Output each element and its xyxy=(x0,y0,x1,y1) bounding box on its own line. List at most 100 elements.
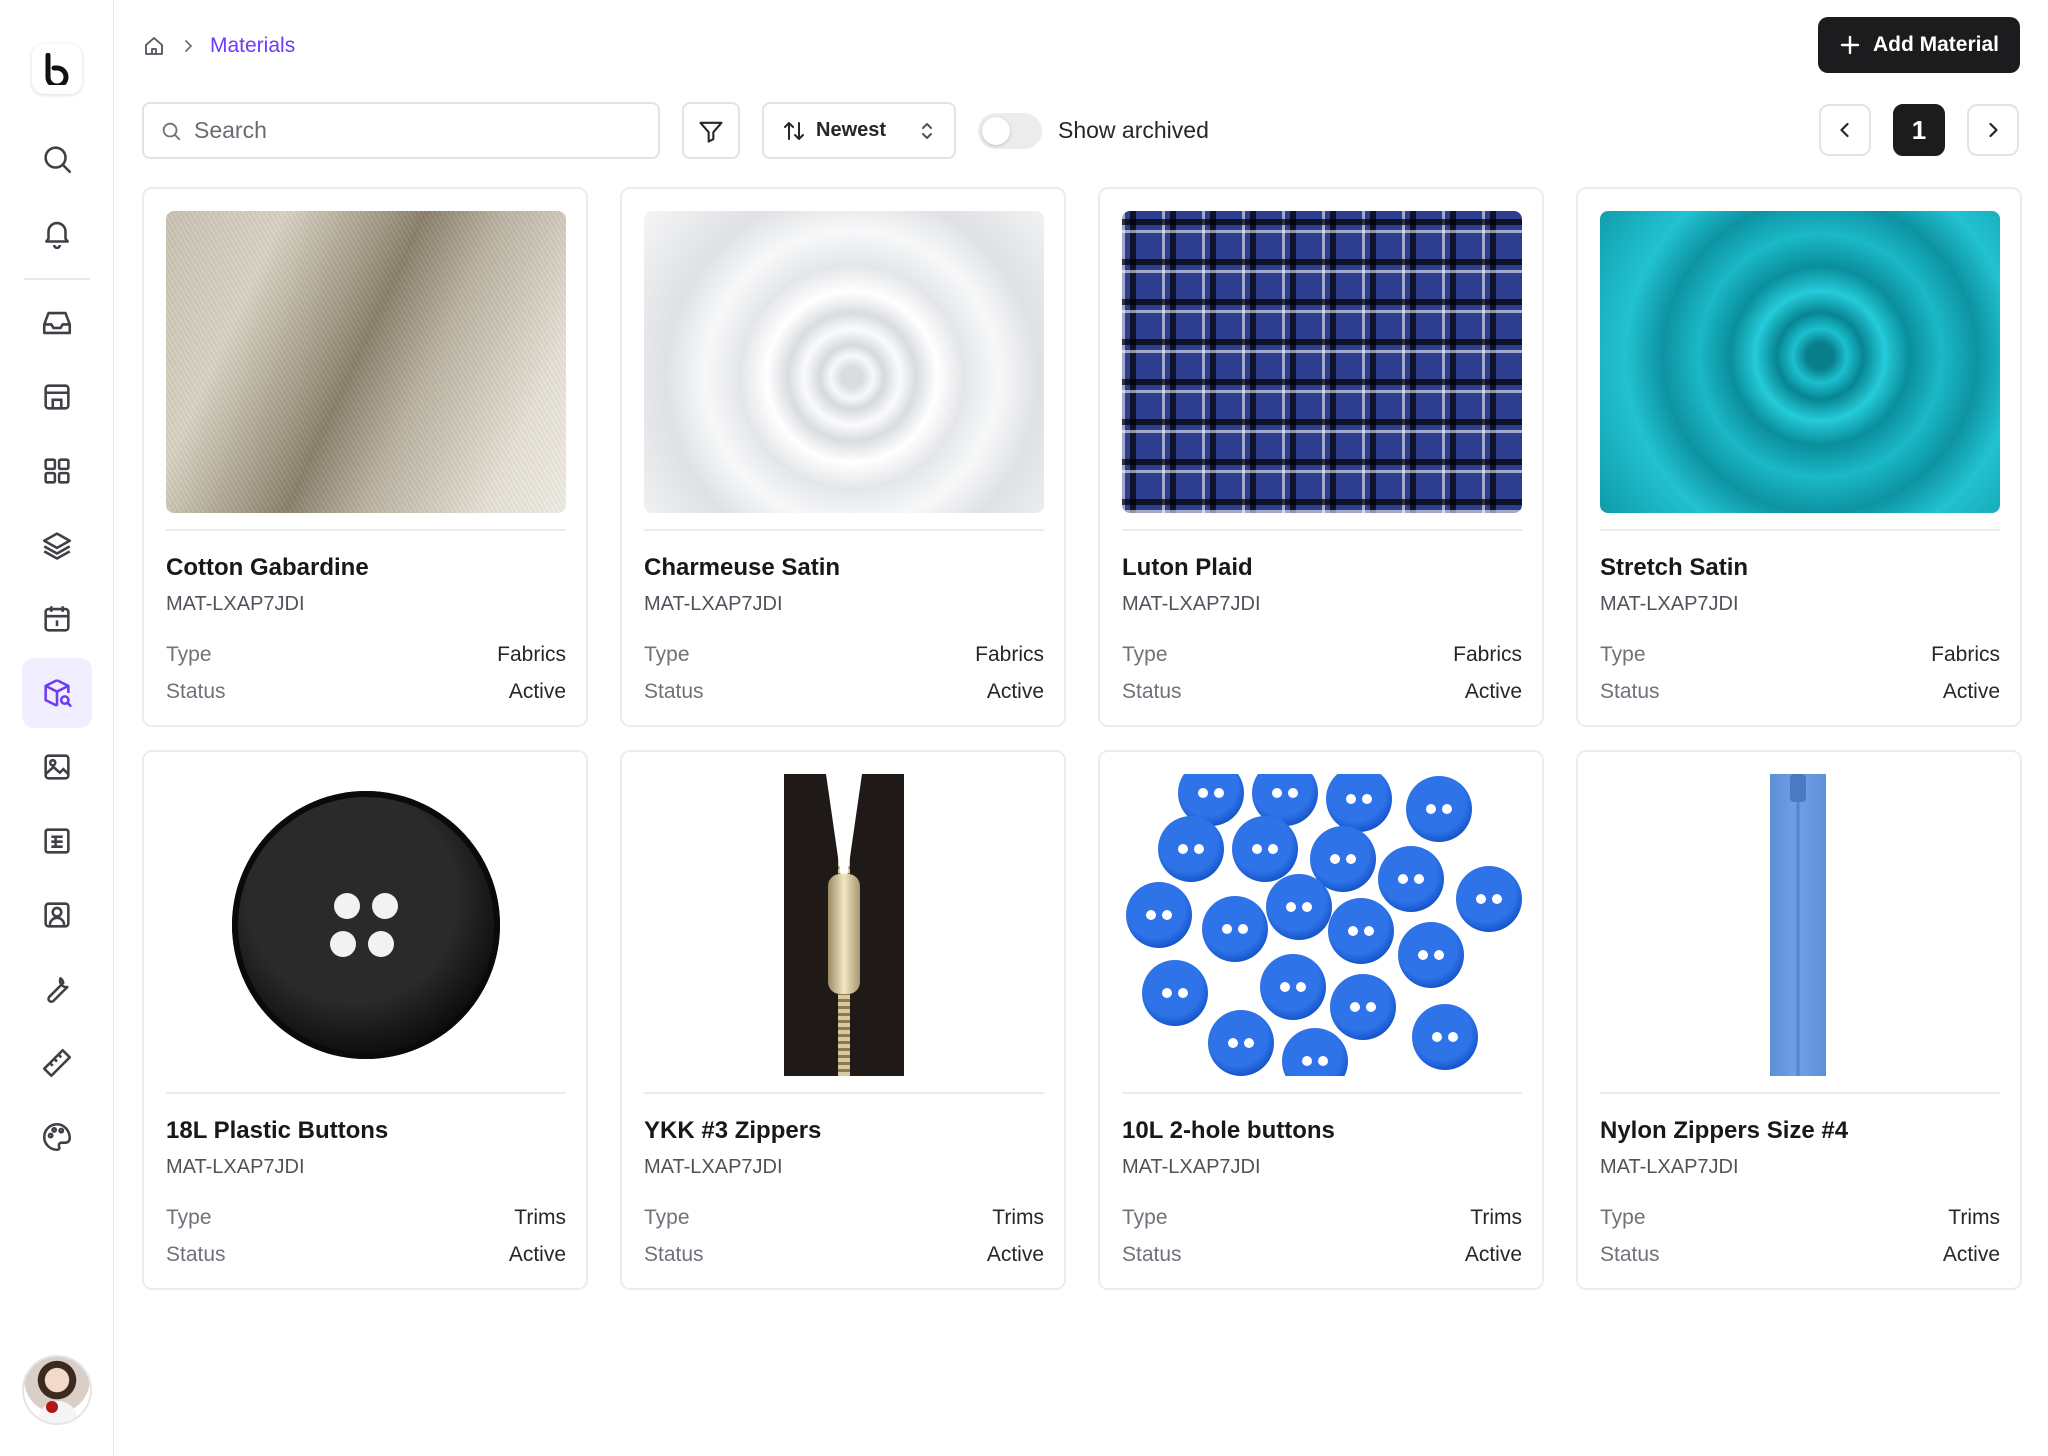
chevron-right-icon xyxy=(185,40,193,52)
material-card[interactable]: Luton Plaid MAT-LXAP7JDI Type Fabrics Sta… xyxy=(1098,187,1544,727)
material-status: Active xyxy=(1464,1243,1522,1266)
material-type: Trims xyxy=(992,1206,1044,1229)
zipper-illustration xyxy=(774,774,914,1076)
material-status: Active xyxy=(1464,680,1522,703)
sort-select[interactable]: Newest xyxy=(762,102,956,159)
material-name: Nylon Zippers Size #4 xyxy=(1600,1117,1849,1144)
material-code: MAT-LXAP7JDI xyxy=(1122,1156,1261,1178)
filter-button[interactable] xyxy=(682,102,740,159)
type-row: Type Fabrics xyxy=(644,643,1044,666)
sidebar xyxy=(0,0,114,1456)
material-status: Active xyxy=(1942,1243,2000,1266)
sidebar-item-tools[interactable] xyxy=(22,954,92,1024)
material-card[interactable]: YKK #3 Zippers MAT-LXAP7JDI Type Trims St… xyxy=(620,750,1066,1290)
type-row: Type Trims xyxy=(1600,1206,2000,1229)
material-card[interactable]: Stretch Satin MAT-LXAP7JDI Type Fabrics S… xyxy=(1576,187,2022,727)
material-type: Fabrics xyxy=(497,643,566,666)
material-card[interactable]: 18L Plastic Buttons MAT-LXAP7JDI Type Tri… xyxy=(142,750,588,1290)
show-archived-toggle[interactable] xyxy=(978,113,1042,149)
material-code: MAT-LXAP7JDI xyxy=(1122,593,1261,615)
sidebar-item-palette[interactable] xyxy=(22,1102,92,1172)
user-avatar[interactable] xyxy=(22,1355,92,1425)
sidebar-divider xyxy=(24,278,90,280)
sidebar-item-dashboard[interactable] xyxy=(22,436,92,506)
material-name: YKK #3 Zippers xyxy=(644,1117,822,1144)
material-name: 10L 2-hole buttons xyxy=(1122,1117,1335,1144)
sidebar-item-store[interactable] xyxy=(22,362,92,432)
ruler-icon xyxy=(42,1048,72,1078)
breadcrumb: Materials xyxy=(142,30,295,62)
breadcrumb-current[interactable]: Materials xyxy=(210,34,295,58)
status-row: Status Active xyxy=(644,1243,1044,1266)
material-status: Active xyxy=(1942,680,2000,703)
material-name: 18L Plastic Buttons xyxy=(166,1117,389,1144)
material-status: Active xyxy=(508,1243,566,1266)
material-code: MAT-LXAP7JDI xyxy=(166,1156,305,1178)
material-image xyxy=(1600,211,2000,513)
blue-buttons-illustration xyxy=(1122,774,1522,1076)
type-row: Type Fabrics xyxy=(1122,643,1522,666)
status-row: Status Active xyxy=(166,1243,566,1266)
material-code: MAT-LXAP7JDI xyxy=(1600,593,1739,615)
palette-icon xyxy=(42,1122,72,1152)
search-icon xyxy=(162,122,181,140)
sidebar-item-reports[interactable] xyxy=(22,806,92,876)
status-row: Status Active xyxy=(166,680,566,703)
material-card[interactable]: Charmeuse Satin MAT-LXAP7JDI Type Fabrics… xyxy=(620,187,1066,727)
material-card[interactable]: Cotton Gabardine MAT-LXAP7JDI Type Fabric… xyxy=(142,187,588,727)
bell-icon xyxy=(45,221,69,250)
material-code: MAT-LXAP7JDI xyxy=(644,593,783,615)
material-status: Active xyxy=(986,680,1044,703)
search-icon xyxy=(44,146,72,174)
search-input[interactable] xyxy=(194,117,634,144)
chevron-up-down-icon xyxy=(922,122,932,139)
material-code: MAT-LXAP7JDI xyxy=(1600,1156,1739,1178)
material-image xyxy=(1122,774,1522,1076)
status-row: Status Active xyxy=(1600,680,2000,703)
material-name: Cotton Gabardine xyxy=(166,554,369,581)
app-logo[interactable] xyxy=(32,44,82,94)
status-row: Status Active xyxy=(644,680,1044,703)
sidebar-item-inbox[interactable] xyxy=(22,288,92,358)
material-image xyxy=(644,211,1044,513)
sidebar-item-contacts[interactable] xyxy=(22,880,92,950)
plus-icon xyxy=(1840,35,1860,55)
type-row: Type Trims xyxy=(1122,1206,1522,1229)
material-type: Trims xyxy=(514,1206,566,1229)
image-icon xyxy=(44,754,70,780)
material-card[interactable]: Nylon Zippers Size #4 MAT-LXAP7JDI Type T… xyxy=(1576,750,2022,1290)
material-type: Fabrics xyxy=(1931,643,2000,666)
add-material-button[interactable]: Add Material xyxy=(1818,17,2020,73)
sidebar-item-measurements[interactable] xyxy=(22,1028,92,1098)
material-type: Trims xyxy=(1470,1206,1522,1229)
status-row: Status Active xyxy=(1600,1243,2000,1266)
type-row: Type Fabrics xyxy=(1600,643,2000,666)
material-type: Trims xyxy=(1948,1206,2000,1229)
logo-icon xyxy=(45,53,69,85)
sidebar-item-calendar[interactable] xyxy=(22,584,92,654)
page-current-button[interactable]: 1 xyxy=(1893,104,1945,156)
sidebar-item-images[interactable] xyxy=(22,732,92,802)
inbox-icon xyxy=(42,311,72,335)
type-row: Type Trims xyxy=(166,1206,566,1229)
next-page-button[interactable] xyxy=(1967,104,2019,156)
material-card[interactable]: 10L 2-hole buttons MAT-LXAP7JDI Type Trim… xyxy=(1098,750,1544,1290)
home-icon[interactable] xyxy=(142,34,166,58)
button-illustration xyxy=(232,791,500,1059)
sidebar-item-materials[interactable] xyxy=(22,658,92,728)
filter-icon xyxy=(699,121,723,143)
sidebar-item-search[interactable] xyxy=(22,124,92,194)
sort-arrows-icon xyxy=(784,121,804,140)
sidebar-item-layers[interactable] xyxy=(22,510,92,580)
prev-page-button[interactable] xyxy=(1819,104,1871,156)
spreadsheet-icon xyxy=(44,828,70,854)
nylon-zipper-illustration xyxy=(1770,774,1830,1076)
material-type: Fabrics xyxy=(975,643,1044,666)
grid-icon xyxy=(44,458,70,484)
status-row: Status Active xyxy=(1122,1243,1522,1266)
type-row: Type Fabrics xyxy=(166,643,566,666)
sidebar-item-notifications[interactable] xyxy=(22,198,92,268)
store-icon xyxy=(44,384,70,410)
material-code: MAT-LXAP7JDI xyxy=(166,593,305,615)
search-box xyxy=(142,102,660,159)
